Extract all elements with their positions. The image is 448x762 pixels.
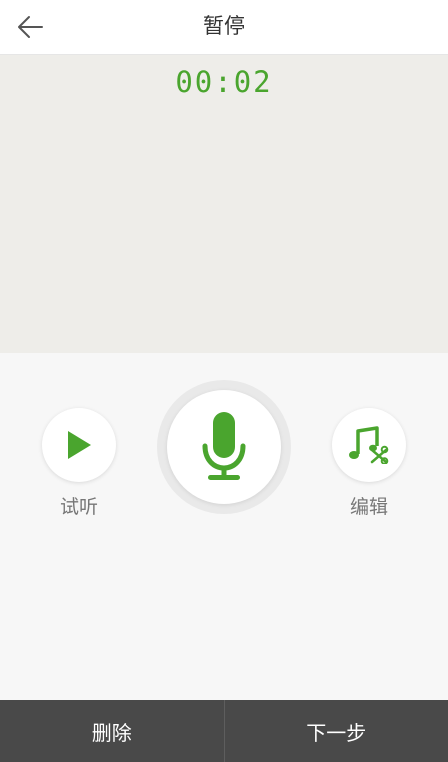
play-label: 试听 [59, 496, 98, 518]
recording-area: 00:02 [0, 55, 448, 353]
play-button[interactable] [42, 408, 116, 482]
edit-label: 编辑 [349, 496, 388, 518]
control-panel: 试听 编辑 [0, 353, 448, 700]
page-title: 暂停 [203, 14, 245, 38]
header-bar: 暂停 [0, 0, 448, 55]
microphone-icon [202, 412, 246, 480]
play-icon [68, 431, 91, 459]
edit-button[interactable] [332, 408, 406, 482]
next-button[interactable]: 下一步 [225, 700, 448, 762]
bottom-action-bar: 删除 下一步 [0, 700, 448, 762]
delete-button[interactable]: 删除 [0, 700, 224, 762]
record-button[interactable] [167, 390, 281, 504]
music-scissors-icon [349, 426, 389, 464]
recording-timer: 00:02 [175, 65, 273, 99]
record-button-ring [157, 380, 291, 514]
